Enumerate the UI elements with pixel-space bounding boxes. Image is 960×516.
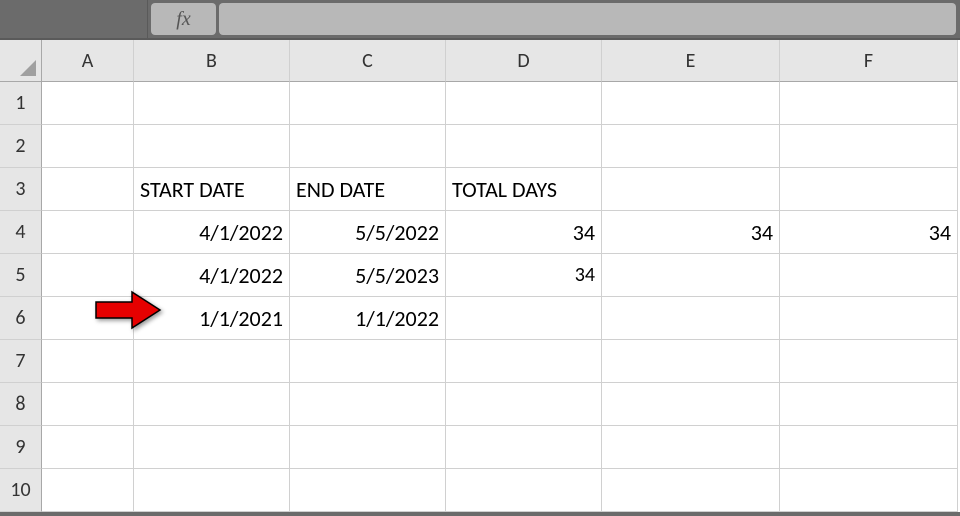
cell-C10[interactable] xyxy=(290,469,446,512)
row-header-6[interactable]: 6 xyxy=(0,297,42,340)
cell-D8[interactable] xyxy=(446,383,602,426)
cell-E1[interactable] xyxy=(602,82,780,125)
cell-D2[interactable] xyxy=(446,125,602,168)
row-header-5[interactable]: 5 xyxy=(0,254,42,297)
col-header-E[interactable]: E xyxy=(602,40,780,82)
row-header-3[interactable]: 3 xyxy=(0,168,42,211)
cell-F4[interactable]: 34 xyxy=(780,211,958,254)
col-header-F[interactable]: F xyxy=(780,40,958,82)
row-header-1[interactable]: 1 xyxy=(0,82,42,125)
cell-C5[interactable]: 5/5/2023 xyxy=(290,254,446,297)
row-header-4[interactable]: 4 xyxy=(0,211,42,254)
cell-C7[interactable] xyxy=(290,340,446,383)
cell-E5[interactable] xyxy=(602,254,780,297)
cell-A3[interactable] xyxy=(42,168,134,211)
cell-E2[interactable] xyxy=(602,125,780,168)
fx-icon[interactable]: fx xyxy=(151,3,216,35)
cell-D6[interactable] xyxy=(446,297,602,340)
col-header-D[interactable]: D xyxy=(446,40,602,82)
cell-C6[interactable]: 1/1/2022 xyxy=(290,297,446,340)
cell-D7[interactable] xyxy=(446,340,602,383)
cell-D1[interactable] xyxy=(446,82,602,125)
cell-C1[interactable] xyxy=(290,82,446,125)
col-header-C[interactable]: C xyxy=(290,40,446,82)
cell-B8[interactable] xyxy=(134,383,290,426)
row-header-7[interactable]: 7 xyxy=(0,340,42,383)
cell-E3[interactable] xyxy=(602,168,780,211)
cell-B7[interactable] xyxy=(134,340,290,383)
cell-D10[interactable] xyxy=(446,469,602,512)
cell-F3[interactable] xyxy=(780,168,958,211)
cell-B2[interactable] xyxy=(134,125,290,168)
cell-E10[interactable] xyxy=(602,469,780,512)
row-header-8[interactable]: 8 xyxy=(0,383,42,426)
cell-C3[interactable]: END DATE xyxy=(290,168,446,211)
cell-F1[interactable] xyxy=(780,82,958,125)
cell-B10[interactable] xyxy=(134,469,290,512)
cell-A2[interactable] xyxy=(42,125,134,168)
cell-E6[interactable] xyxy=(602,297,780,340)
cell-E9[interactable] xyxy=(602,426,780,469)
cell-F10[interactable] xyxy=(780,469,958,512)
cell-D5[interactable]: 34 xyxy=(446,254,602,297)
cell-F8[interactable] xyxy=(780,383,958,426)
cell-F2[interactable] xyxy=(780,125,958,168)
cell-A10[interactable] xyxy=(42,469,134,512)
cell-A4[interactable] xyxy=(42,211,134,254)
cell-F6[interactable] xyxy=(780,297,958,340)
select-all-corner[interactable] xyxy=(0,40,42,82)
arrow-annotation-icon xyxy=(94,290,164,330)
cell-C4[interactable]: 5/5/2022 xyxy=(290,211,446,254)
row-header-2[interactable]: 2 xyxy=(0,125,42,168)
cell-C8[interactable] xyxy=(290,383,446,426)
col-header-B[interactable]: B xyxy=(134,40,290,82)
col-header-A[interactable]: A xyxy=(42,40,134,82)
cell-A9[interactable] xyxy=(42,426,134,469)
cell-B9[interactable] xyxy=(134,426,290,469)
cell-B4[interactable]: 4/1/2022 xyxy=(134,211,290,254)
cell-B3[interactable]: START DATE xyxy=(134,168,290,211)
row-header-10[interactable]: 10 xyxy=(0,469,42,512)
cell-A1[interactable] xyxy=(42,82,134,125)
cell-B1[interactable] xyxy=(134,82,290,125)
cell-E8[interactable] xyxy=(602,383,780,426)
cell-D4[interactable]: 34 xyxy=(446,211,602,254)
cell-D9[interactable] xyxy=(446,426,602,469)
row-header-9[interactable]: 9 xyxy=(0,426,42,469)
name-box[interactable] xyxy=(0,0,148,38)
cell-A7[interactable] xyxy=(42,340,134,383)
cell-F7[interactable] xyxy=(780,340,958,383)
cell-C9[interactable] xyxy=(290,426,446,469)
cell-E4[interactable]: 34 xyxy=(602,211,780,254)
cell-D3[interactable]: TOTAL DAYS xyxy=(446,168,602,211)
cell-F5[interactable] xyxy=(780,254,958,297)
spreadsheet-grid: 1 2 3 4 5 6 7 8 9 10 A B C D E F xyxy=(0,40,960,512)
cell-A8[interactable] xyxy=(42,383,134,426)
formula-input[interactable] xyxy=(219,3,956,35)
formula-bar: fx xyxy=(0,0,960,40)
cell-F9[interactable] xyxy=(780,426,958,469)
cell-C2[interactable] xyxy=(290,125,446,168)
cell-E7[interactable] xyxy=(602,340,780,383)
